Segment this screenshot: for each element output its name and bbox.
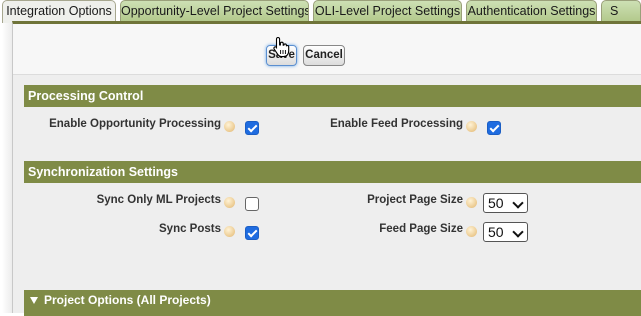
project-options-header[interactable]: Project Options (All Projects)	[24, 290, 641, 316]
enable-feed-processing-checkbox[interactable]	[487, 121, 501, 135]
help-icon[interactable]	[224, 226, 235, 237]
tab-overflow[interactable]: S	[601, 0, 641, 21]
sync-posts-checkbox[interactable]	[245, 226, 259, 240]
help-icon[interactable]	[224, 197, 235, 208]
sync-only-ml-projects-label: Sync Only ML Projects	[96, 194, 221, 206]
project-options-title: Project Options (All Projects)	[44, 293, 211, 307]
settings-panel: Save Cancel Processing Control Enable Op…	[12, 21, 641, 316]
project-page-size-label: Project Page Size	[367, 194, 463, 206]
panel-shadow	[2, 23, 12, 313]
help-icon[interactable]	[224, 121, 235, 132]
tab-authentication-settings[interactable]: Authentication Settings	[466, 0, 597, 21]
tab-bar: Integration Options Opportunity-Level Pr…	[0, 0, 641, 23]
help-icon[interactable]	[466, 121, 477, 132]
chevron-down-icon	[512, 197, 524, 209]
tab-opportunity-level-project-settings[interactable]: Opportunity-Level Project Settings	[120, 0, 309, 21]
processing-control-header: Processing Control	[24, 85, 641, 107]
enable-feed-processing-label: Enable Feed Processing	[330, 118, 463, 130]
feed-page-size-select[interactable]: 50	[483, 222, 528, 242]
help-icon[interactable]	[466, 197, 477, 208]
feed-page-size-label: Feed Page Size	[379, 223, 463, 235]
chevron-down-icon	[512, 226, 524, 238]
sync-posts-label: Sync Posts	[159, 223, 221, 235]
project-page-size-select[interactable]: 50	[483, 193, 528, 213]
tab-integration-options[interactable]: Integration Options	[2, 0, 116, 23]
help-icon[interactable]	[466, 226, 477, 237]
enable-opportunity-processing-label: Enable Opportunity Processing	[49, 118, 221, 130]
feed-page-size-value: 50	[488, 224, 504, 240]
cancel-button[interactable]: Cancel	[303, 45, 345, 66]
tab-oli-level-project-settings[interactable]: OLI-Level Project Settings	[313, 0, 462, 21]
sync-only-ml-projects-checkbox[interactable]	[245, 197, 259, 211]
enable-opportunity-processing-checkbox[interactable]	[245, 121, 259, 135]
project-page-size-value: 50	[488, 195, 504, 211]
button-toolbar: Save Cancel	[13, 24, 641, 75]
hand-pointer-icon	[273, 36, 290, 58]
synchronization-settings-header: Synchronization Settings	[24, 161, 641, 183]
collapse-triangle-icon	[30, 297, 38, 304]
